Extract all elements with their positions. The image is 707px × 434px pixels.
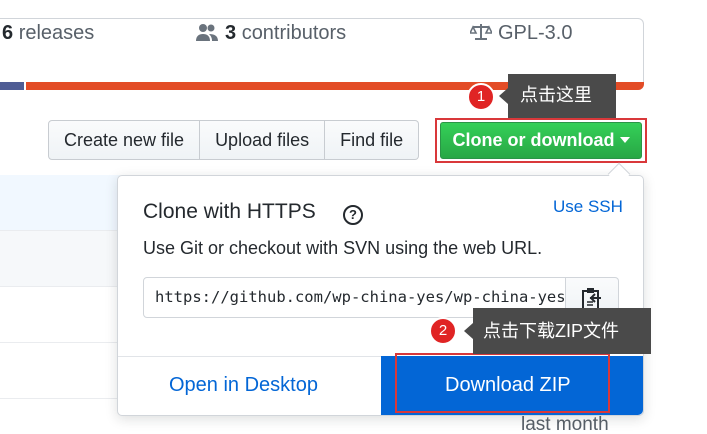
contributors-label: contributors	[241, 22, 347, 44]
step-badge-1: 1	[467, 83, 495, 111]
releases-count: 6	[2, 22, 14, 44]
license-label: GPL-3.0	[498, 22, 573, 44]
clone-or-download-label: Clone or download	[452, 130, 615, 150]
contributors-link[interactable]: 3 contributors	[195, 22, 346, 48]
language-segment-secondary	[0, 82, 24, 90]
law-icon	[468, 22, 494, 48]
question-icon[interactable]: ?	[343, 205, 363, 225]
step-badge-2: 2	[429, 317, 457, 345]
clone-or-download-button[interactable]: Clone or download	[440, 122, 642, 159]
use-ssh-link[interactable]: Use SSH	[553, 197, 623, 217]
list-item	[0, 175, 120, 231]
open-in-desktop-link[interactable]: Open in Desktop	[169, 374, 318, 397]
releases-label: releases	[18, 22, 95, 44]
people-icon	[195, 22, 219, 48]
upload-files-button[interactable]: Upload files	[200, 120, 326, 160]
list-item	[0, 399, 120, 434]
download-zip-label[interactable]: Download ZIP	[445, 374, 571, 397]
step-tooltip-2: 点击下载ZIP文件	[464, 308, 651, 354]
caret-down-icon	[619, 137, 630, 143]
releases-link[interactable]: 6 releases	[2, 22, 94, 45]
find-file-button[interactable]: Find file	[325, 120, 420, 160]
repo-summary-items: 6 releases 3 contributors GPL-3.0	[0, 20, 646, 50]
step-tooltip-1: 点击这里	[499, 74, 616, 118]
license-link[interactable]: GPL-3.0	[468, 22, 573, 48]
list-item	[0, 287, 120, 343]
contributors-count: 3	[225, 22, 237, 44]
create-new-file-button[interactable]: Create new file	[48, 120, 201, 160]
clone-description: Use Git or checkout with SVN using the w…	[143, 238, 543, 258]
list-item	[0, 343, 120, 399]
commit-timestamp: last month	[521, 414, 609, 434]
file-actions-group: Create new file Upload files Find file	[48, 120, 420, 160]
list-item	[0, 231, 120, 287]
clone-title: Clone with HTTPS	[143, 200, 316, 223]
